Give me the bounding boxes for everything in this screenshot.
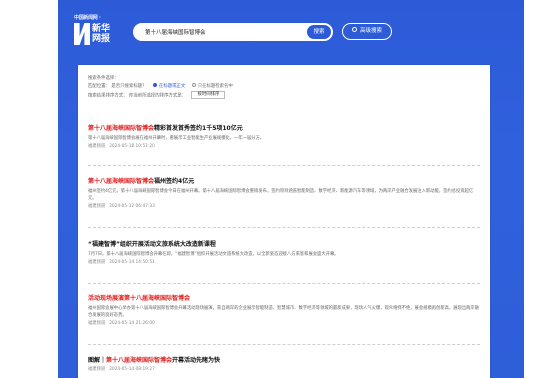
result-source: 福建频道	[88, 204, 106, 209]
filter-sort-label: 搜索结果排序方式：	[88, 93, 128, 99]
search-filters: 搜索条件选择： 匹配位置： 是否只搜索标题？ 在标题或正文 只在标题检索名中 搜…	[88, 75, 483, 99]
result-source: 福建频道	[88, 144, 106, 149]
search-button[interactable]: 搜索	[307, 25, 331, 39]
search-input[interactable]	[145, 26, 295, 38]
filter-row-conditions: 搜索条件选择：	[88, 75, 483, 83]
result-time: 2024-05-18 10:51:20	[109, 144, 155, 149]
result-title-highlight[interactable]: 第十八届海峡国际智博会	[124, 295, 190, 302]
result-divider	[88, 283, 480, 284]
logo-small-text: 中国新闻网 ·	[74, 15, 101, 21]
filter-match-lead: 是否只搜索标题？	[111, 84, 147, 89]
result-title-text[interactable]: “福建智博”组织开展活动文旅系统大改造新课程	[88, 241, 216, 248]
page: 中国新闻网 · 新华 网报 搜索 高级搜索 搜索条件选择： 匹配位置： 是否只搜…	[0, 0, 551, 378]
result-meta: 福建频道 2024-05-18 10:51:20	[88, 143, 480, 150]
result-snippet: 7月7日，第十八届海峡国际智博会开幕在即，“福建智博”组织开展活动文旅系统大改造…	[88, 252, 339, 257]
site-logo[interactable]: 中国新闻网 · 新华 网报	[74, 14, 114, 48]
search-bar: 搜索	[133, 23, 333, 41]
result-title-text[interactable]: 福州签约4亿元	[154, 178, 194, 185]
logo-line-2: 网报	[92, 34, 111, 44]
radio-title-only-label[interactable]: 只在标题检索名中	[198, 84, 233, 89]
result-item: 第十八届海峡国际智博会精彩首发首秀签约1千5项10亿元 第十八届海峡国际智博会展…	[88, 124, 480, 150]
filter-row-sort: 搜索结果排序方式： 你当前所选择的排序方式是： 按时间排序	[88, 91, 483, 99]
result-divider	[88, 227, 480, 228]
result-divider	[88, 165, 480, 166]
result-source: 福建频道	[88, 321, 106, 326]
result-title[interactable]: 第十八届海峡国际智博会精彩首发首秀签约1千5项10亿元	[88, 124, 480, 133]
result-meta: 福建频道 2024-05-14 14:50:51	[88, 259, 480, 266]
filter-match-label: 匹配位置：	[88, 84, 110, 89]
result-meta: 福建频道 2024-05-14 21:26:00	[88, 320, 480, 327]
result-time: 2024-05-14 14:50:51	[109, 260, 155, 265]
result-title-prefix[interactable]: 图解｜	[88, 357, 106, 364]
result-time: 2024-05-14 21:26:00	[109, 321, 155, 326]
advanced-search-button[interactable]: 高级搜索	[342, 23, 392, 40]
result-title[interactable]: “福建智博”组织开展活动文旅系统大改造新课程	[88, 240, 480, 249]
radio-title-or-body-label[interactable]: 在标题或正文	[159, 84, 185, 89]
result-snippet: 福州国际会展中心举办第十八届海峡国际智博会开幕活动现场展演，来自两岸的企业展示智…	[88, 306, 480, 318]
result-title-text[interactable]: 开幕活动先睹为快	[172, 357, 220, 364]
result-item: “福建智博”组织开展活动文旅系统大改造新课程 7月7日，第十八届海峡国际智博会开…	[88, 240, 480, 266]
result-meta: 福建频道 2024-05-14 08:19:27	[88, 366, 480, 373]
result-time: 2024-05-12 06:47:33	[109, 204, 155, 209]
filter-sort-lead: 你当前所选择的排序方式是：	[128, 93, 187, 99]
result-title-highlight[interactable]: 第十八届海峡国际智博会	[106, 357, 172, 364]
result-divider	[88, 344, 480, 345]
result-meta: 福建频道 2024-05-12 06:47:33	[88, 203, 480, 210]
radio-title-only[interactable]	[191, 83, 196, 87]
result-source: 福建频道	[88, 367, 106, 372]
radio-title-or-body[interactable]	[152, 83, 157, 87]
logo-line-1: 新华	[92, 24, 111, 34]
result-item: 第十八届海峡国际智博会福州签约4亿元 福州签约4亿元，第十八届海峡国际智博会今日…	[88, 177, 480, 210]
sort-select[interactable]: 按时间排序	[191, 91, 226, 99]
result-title-highlight[interactable]: 第十八届海峡国际智博会	[88, 178, 154, 185]
filter-conditions-label: 搜索条件选择：	[88, 76, 119, 81]
result-item: 活动现场展演第十八届海峡国际智博会 福州国际会展中心举办第十八届海峡国际智博会开…	[88, 294, 480, 327]
advanced-search-label: 高级搜索	[359, 28, 382, 34]
search-icon	[351, 27, 357, 32]
logo-mark-icon	[74, 23, 90, 45]
results-panel: 搜索条件选择： 匹配位置： 是否只搜索标题？ 在标题或正文 只在标题检索名中 搜…	[78, 65, 490, 378]
result-title-highlight[interactable]: 第十八届海峡国际智博会	[88, 125, 154, 132]
result-title[interactable]: 图解｜第十八届海峡国际智博会开幕活动先睹为快	[88, 356, 480, 365]
result-snippet: 福州签约4亿元，第十八届海峡国际智博会今日在福州开幕。第十八届海峡国际智博会重磅…	[88, 189, 474, 201]
result-title-text[interactable]: 精彩首发首秀签约1千5项10亿元	[154, 125, 243, 132]
result-snippet: 第十八届海峡国际智博会展在福州开幕时，看展示工业智能生产业展规模化，一年一届分方…	[88, 136, 265, 141]
filter-row-match: 匹配位置： 是否只搜索标题？ 在标题或正文 只在标题检索名中	[88, 83, 483, 91]
result-title[interactable]: 第十八届海峡国际智博会福州签约4亿元	[88, 177, 480, 186]
result-time: 2024-05-14 08:19:27	[109, 367, 155, 372]
result-item: 图解｜第十八届海峡国际智博会开幕活动先睹为快 福建频道 2024-05-14 08…	[88, 356, 480, 373]
result-source: 福建频道	[88, 260, 106, 265]
result-title[interactable]: 活动现场展演第十八届海峡国际智博会	[88, 294, 480, 303]
result-title-prefix[interactable]: 活动现场展演	[88, 295, 124, 302]
